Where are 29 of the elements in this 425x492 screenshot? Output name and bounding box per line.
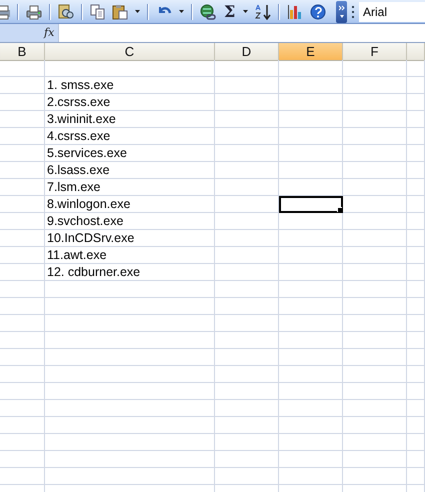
table-cell[interactable]: 9.svchost.exe bbox=[45, 213, 215, 230]
table-cell[interactable]: 10.InCDSrv.exe bbox=[45, 230, 215, 247]
font-name-field[interactable]: Arial bbox=[359, 2, 425, 22]
table-cell[interactable]: 4.csrss.exe bbox=[45, 128, 215, 145]
column-header[interactable]: F bbox=[343, 43, 407, 61]
function-label[interactable]: fx bbox=[44, 24, 58, 42]
autosum-button[interactable]: Σ bbox=[221, 2, 238, 22]
table-cell[interactable]: 2.csrss.exe bbox=[45, 94, 215, 111]
column-header[interactable]: E bbox=[279, 43, 343, 61]
table-cell[interactable]: 7.lsm.exe bbox=[45, 179, 215, 196]
table-cell[interactable]: 6.lsass.exe bbox=[45, 162, 215, 179]
table-cell[interactable]: 8.winlogon.exe bbox=[45, 196, 215, 213]
help-icon[interactable] bbox=[308, 2, 328, 22]
column-header[interactable]: B bbox=[0, 43, 45, 61]
table-cell[interactable]: 11.awt.exe bbox=[45, 247, 215, 264]
column-header[interactable]: C bbox=[45, 43, 215, 61]
copy-icon[interactable] bbox=[88, 2, 107, 22]
table-cell[interactable]: 3.wininit.exe bbox=[45, 111, 215, 128]
column-header[interactable] bbox=[407, 43, 425, 61]
column-header[interactable]: D bbox=[215, 43, 279, 61]
toolbar-overflow-icon[interactable] bbox=[336, 0, 347, 22]
table-cell[interactable]: 1. smss.exe bbox=[45, 77, 215, 94]
formula-field[interactable] bbox=[58, 24, 425, 42]
table-cell[interactable]: 5.services.exe bbox=[45, 145, 215, 162]
document-search-icon[interactable] bbox=[56, 2, 76, 22]
toolbar-grip-icon bbox=[350, 4, 356, 20]
table-cell[interactable]: 12. cdburner.exe bbox=[45, 264, 215, 281]
globe-link-icon[interactable] bbox=[198, 2, 218, 22]
table-cell[interactable] bbox=[279, 196, 343, 213]
